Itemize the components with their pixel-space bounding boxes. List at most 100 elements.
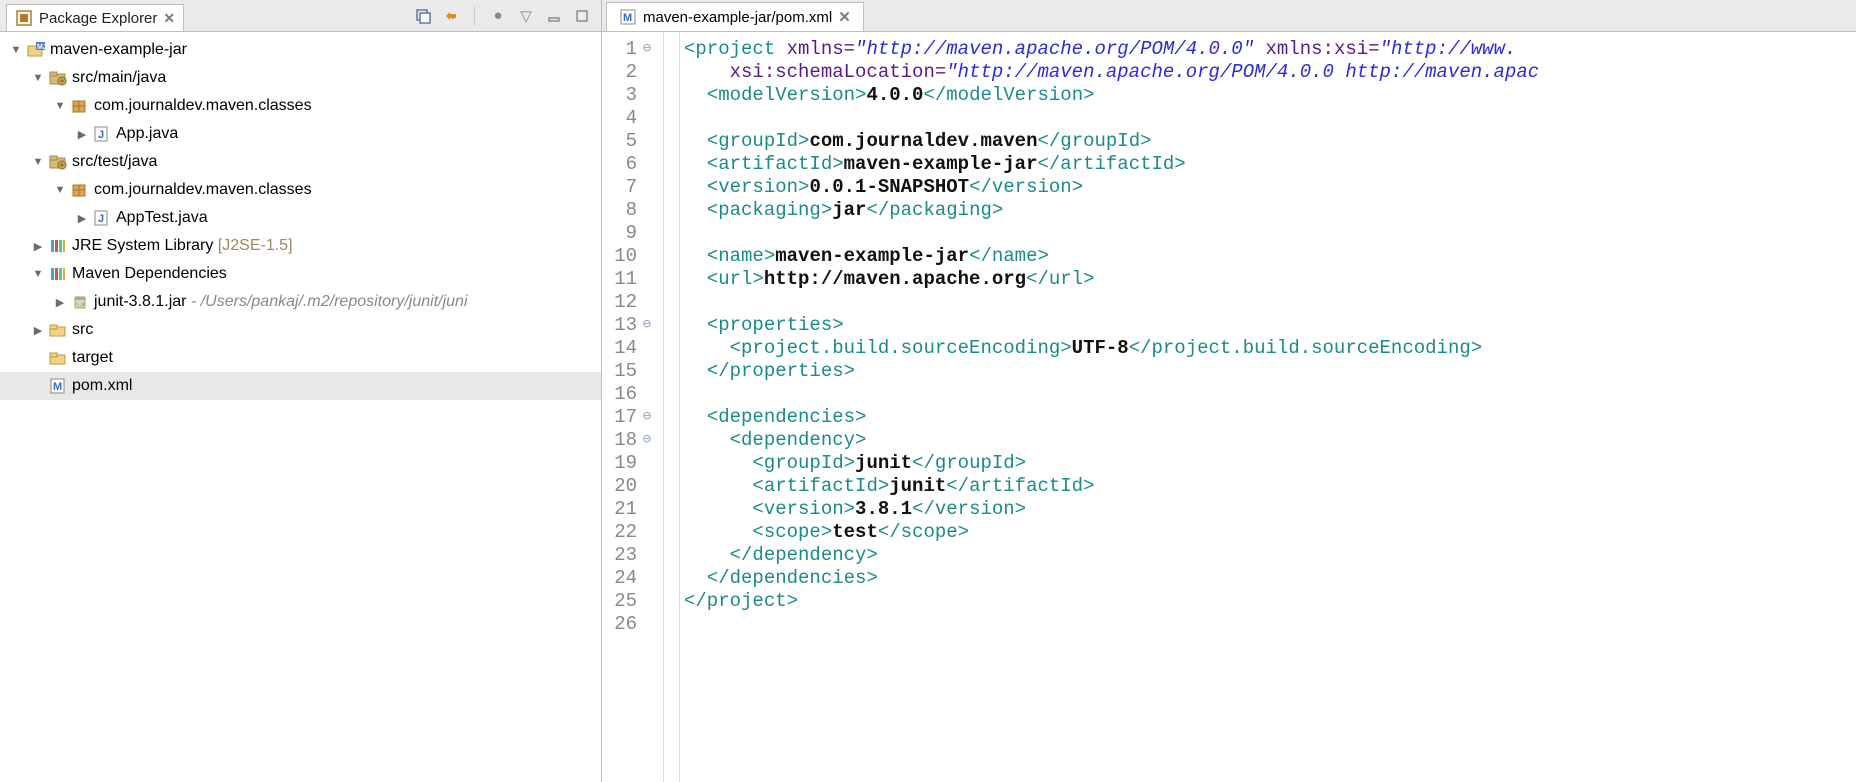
fold-collapse-icon[interactable]: ⊖ (641, 406, 653, 429)
line-number-gutter[interactable]: 1⊖2345678910111213⊖14151617⊖18⊖192021222… (602, 32, 664, 782)
tree-item-label: src (72, 321, 93, 339)
code-line[interactable]: <url>http://maven.apache.org</url> (684, 268, 1856, 291)
fold-collapse-icon[interactable]: ⊖ (641, 429, 653, 452)
line-number[interactable]: 5 (602, 130, 659, 153)
code-line[interactable]: <scope>test</scope> (684, 521, 1856, 544)
code-line[interactable]: <dependencies> (684, 406, 1856, 429)
code-line[interactable]: <project xmlns="http://maven.apache.org/… (684, 38, 1856, 61)
code-line[interactable]: <packaging>jar</packaging> (684, 199, 1856, 222)
code-line[interactable]: <groupId>junit</groupId> (684, 452, 1856, 475)
code-line[interactable]: <groupId>com.journaldev.maven</groupId> (684, 130, 1856, 153)
tree-item[interactable]: ▼src/test/java (0, 148, 601, 176)
package-explorer-tab[interactable]: Package Explorer ✕ (6, 4, 184, 31)
close-icon[interactable]: ✕ (163, 10, 175, 27)
folding-ruler[interactable] (664, 32, 680, 782)
line-number[interactable]: 18⊖ (602, 429, 659, 452)
chevron-right-icon[interactable]: ▶ (30, 322, 46, 338)
line-number[interactable]: 2 (602, 61, 659, 84)
link-with-editor-icon[interactable] (442, 7, 460, 25)
chevron-right-icon[interactable]: ▶ (30, 238, 46, 254)
svg-text:M: M (623, 12, 632, 24)
code-line[interactable]: <name>maven-example-jar</name> (684, 245, 1856, 268)
chevron-down-icon[interactable]: ▼ (52, 182, 68, 198)
code-line[interactable]: xsi:schemaLocation="http://maven.apache.… (684, 61, 1856, 84)
view-menu-icon[interactable]: ▽ (517, 7, 535, 25)
line-number[interactable]: 13⊖ (602, 314, 659, 337)
line-number[interactable]: 25 (602, 590, 659, 613)
chevron-right-icon[interactable]: ▶ (52, 294, 68, 310)
line-number[interactable]: 15 (602, 360, 659, 383)
tree-item[interactable]: ▶JRE System Library [J2SE-1.5] (0, 232, 601, 260)
package-explorer-header: Package Explorer ✕ ● ▽ (0, 0, 601, 32)
code-line[interactable]: </project> (684, 590, 1856, 613)
line-number[interactable]: 3 (602, 84, 659, 107)
line-number[interactable]: 17⊖ (602, 406, 659, 429)
minimize-icon[interactable] (545, 7, 563, 25)
line-number[interactable]: 1⊖ (602, 38, 659, 61)
line-number[interactable]: 26 (602, 613, 659, 636)
code-line[interactable]: <version>0.0.1-SNAPSHOT</version> (684, 176, 1856, 199)
line-number[interactable]: 14 (602, 337, 659, 360)
tree-item[interactable]: target (0, 344, 601, 372)
line-number[interactable]: 8 (602, 199, 659, 222)
line-number[interactable]: 24 (602, 567, 659, 590)
tree-item[interactable]: ▶JApp.java (0, 120, 601, 148)
collapse-all-icon[interactable] (414, 7, 432, 25)
editor-tab-pom[interactable]: M maven-example-jar/pom.xml ✕ (606, 2, 864, 31)
code-line[interactable]: <artifactId>maven-example-jar</artifactI… (684, 153, 1856, 176)
tree-item[interactable]: Mpom.xml (0, 372, 601, 400)
code-line[interactable]: <dependency> (684, 429, 1856, 452)
code-line[interactable]: <artifactId>junit</artifactId> (684, 475, 1856, 498)
chevron-right-icon[interactable]: ▶ (74, 210, 90, 226)
line-number[interactable]: 6 (602, 153, 659, 176)
folder-icon (48, 321, 68, 339)
code-line[interactable] (684, 107, 1856, 130)
chevron-down-icon[interactable]: ▼ (8, 42, 24, 58)
focus-task-icon[interactable]: ● (489, 7, 507, 25)
tree-item[interactable]: ▶010junit-3.8.1.jar - /Users/pankaj/.m2/… (0, 288, 601, 316)
tree-item[interactable]: ▼Maven Dependencies (0, 260, 601, 288)
line-number[interactable]: 22 (602, 521, 659, 544)
code-text-area[interactable]: <project xmlns="http://maven.apache.org/… (680, 32, 1856, 782)
code-line[interactable]: <modelVersion>4.0.0</modelVersion> (684, 84, 1856, 107)
tree-item[interactable]: ▼MJmaven-example-jar (0, 36, 601, 64)
code-line[interactable] (684, 613, 1856, 636)
line-number[interactable]: 21 (602, 498, 659, 521)
tree-item-label: pom.xml (72, 377, 132, 395)
fold-collapse-icon[interactable]: ⊖ (641, 38, 653, 61)
code-line[interactable]: </dependencies> (684, 567, 1856, 590)
line-number[interactable]: 16 (602, 383, 659, 406)
line-number[interactable]: 11 (602, 268, 659, 291)
line-number[interactable]: 19 (602, 452, 659, 475)
code-line[interactable] (684, 291, 1856, 314)
line-number[interactable]: 20 (602, 475, 659, 498)
code-line[interactable]: <properties> (684, 314, 1856, 337)
code-line[interactable] (684, 383, 1856, 406)
line-number[interactable]: 23 (602, 544, 659, 567)
chevron-down-icon[interactable]: ▼ (30, 154, 46, 170)
code-line[interactable]: <version>3.8.1</version> (684, 498, 1856, 521)
line-number[interactable]: 9 (602, 222, 659, 245)
chevron-down-icon[interactable]: ▼ (30, 70, 46, 86)
line-number[interactable]: 4 (602, 107, 659, 130)
code-line[interactable]: <project.build.sourceEncoding>UTF-8</pro… (684, 337, 1856, 360)
close-icon[interactable]: ✕ (838, 8, 851, 26)
tree-item[interactable]: ▶JAppTest.java (0, 204, 601, 232)
src-folder-icon (48, 153, 68, 171)
code-line[interactable]: </dependency> (684, 544, 1856, 567)
chevron-down-icon[interactable]: ▼ (52, 98, 68, 114)
line-number[interactable]: 10 (602, 245, 659, 268)
maximize-icon[interactable] (573, 7, 591, 25)
code-line[interactable] (684, 222, 1856, 245)
line-number[interactable]: 7 (602, 176, 659, 199)
tree-item[interactable]: ▶ src (0, 316, 601, 344)
code-line[interactable]: </properties> (684, 360, 1856, 383)
project-tree[interactable]: ▼MJmaven-example-jar▼src/main/java▼com.j… (0, 32, 601, 782)
fold-collapse-icon[interactable]: ⊖ (641, 314, 653, 337)
chevron-down-icon[interactable]: ▼ (30, 266, 46, 282)
tree-item[interactable]: ▼com.journaldev.maven.classes (0, 92, 601, 120)
tree-item[interactable]: ▼src/main/java (0, 64, 601, 92)
tree-item[interactable]: ▼com.journaldev.maven.classes (0, 176, 601, 204)
chevron-right-icon[interactable]: ▶ (74, 126, 90, 142)
line-number[interactable]: 12 (602, 291, 659, 314)
